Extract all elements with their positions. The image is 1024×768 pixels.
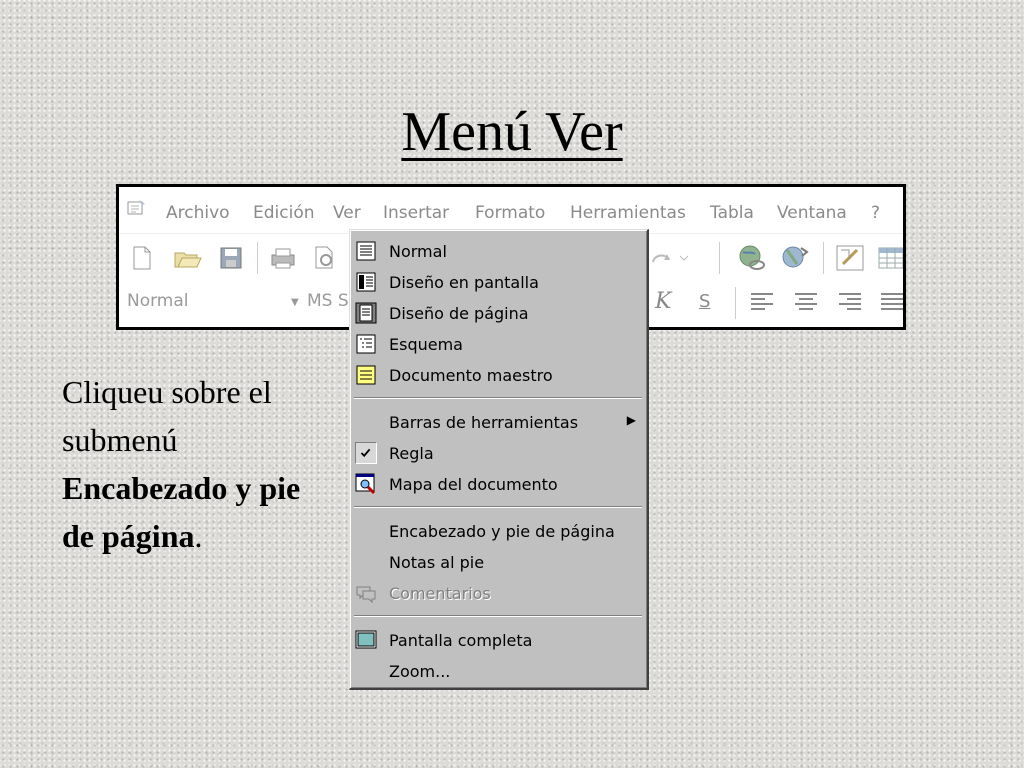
comments-icon (356, 586, 376, 604)
menu-item-label: Mapa del documento (389, 475, 558, 494)
view-menu-dropdown: Normal Diseño en pantalla Diseño de pági… (349, 229, 649, 690)
insert-table-icon[interactable] (877, 246, 903, 270)
menu-item-page-layout[interactable]: Diseño de página (350, 298, 646, 328)
master-document-icon (356, 365, 376, 385)
chevron-down-icon[interactable]: ▼ (291, 297, 299, 308)
menu-item-label: Regla (389, 444, 434, 463)
menu-archivo[interactable]: Archivo (166, 203, 230, 223)
toolbar-separator (735, 287, 736, 319)
menu-help[interactable]: ? (871, 203, 880, 223)
toolbar-separator (823, 242, 824, 274)
insert-hyperlink-icon[interactable] (737, 244, 769, 272)
menu-item-master-document[interactable]: Documento maestro (350, 360, 646, 390)
instruction-text: Cliqueu sobre el submenú Encabezado y pi… (62, 368, 322, 560)
menu-tabla[interactable]: Tabla (710, 203, 754, 223)
page-layout-icon (355, 302, 377, 324)
menu-bar: Archivo Edición Ver Insertar Formato Her… (119, 187, 903, 233)
toolbar-separator (257, 242, 258, 274)
full-screen-icon (355, 630, 377, 649)
submenu-arrow-icon: ▶ (626, 413, 636, 427)
drawing-icon[interactable] (835, 244, 865, 272)
print-icon[interactable] (269, 246, 297, 270)
menu-item-label: Comentarios (389, 584, 491, 603)
menu-item-label: Documento maestro (389, 366, 553, 385)
menu-ventana[interactable]: Ventana (777, 203, 847, 223)
menu-item-normal[interactable]: Normal (350, 236, 646, 266)
open-folder-icon[interactable] (173, 246, 203, 270)
menu-item-label: Normal (389, 242, 447, 261)
menu-item-label: Diseño en pantalla (389, 273, 539, 292)
document-app-icon (127, 200, 145, 215)
menu-formato[interactable]: Formato (475, 203, 545, 223)
instruction-end: . (194, 518, 203, 554)
save-icon[interactable] (219, 246, 243, 270)
web-toolbar-icon[interactable] (779, 244, 811, 272)
menu-item-ruler[interactable]: Regla (350, 438, 646, 468)
redo-icon[interactable] (649, 248, 689, 268)
font-value: MS S (307, 291, 349, 311)
menu-item-label: Zoom... (389, 662, 451, 681)
slide-title: Menú Ver (0, 100, 1024, 164)
menu-item-comments: Comentarios (350, 578, 646, 608)
menu-insertar[interactable]: Insertar (383, 203, 449, 223)
instruction-plain: Cliqueu sobre el submenú (62, 374, 272, 458)
menu-item-header-footer[interactable]: Encabezado y pie de página (350, 516, 646, 546)
italic-button[interactable]: K (655, 289, 671, 314)
menu-herramientas[interactable]: Herramientas (570, 203, 686, 223)
menu-item-outline[interactable]: Esquema (350, 329, 646, 359)
menu-item-footnotes[interactable]: Notas al pie (350, 547, 646, 577)
style-value: Normal (127, 291, 189, 311)
slide-title-text: Menú Ver (401, 101, 623, 163)
toolbar-separator (719, 242, 720, 274)
menu-item-online-layout[interactable]: Diseño en pantalla (350, 267, 646, 297)
menu-item-label: Diseño de página (389, 304, 529, 323)
menu-separator (354, 615, 642, 617)
menu-item-label: Barras de herramientas (389, 413, 579, 432)
menu-item-label: Encabezado y pie de página (389, 522, 615, 541)
menu-edicion[interactable]: Edición (253, 203, 315, 223)
menu-item-zoom[interactable]: Zoom... (350, 656, 646, 686)
outline-icon (356, 334, 376, 354)
menu-item-label: Esquema (389, 335, 463, 354)
new-document-icon[interactable] (131, 246, 153, 270)
menu-item-label: Notas al pie (389, 553, 485, 572)
menu-item-document-map[interactable]: Mapa del documento (350, 469, 646, 499)
checkmark-icon (355, 442, 377, 464)
shadow-text-button[interactable]: S (699, 291, 710, 312)
online-layout-icon (356, 272, 376, 292)
align-center-icon[interactable] (793, 291, 819, 315)
justify-icon[interactable] (879, 291, 903, 315)
menu-ver[interactable]: Ver (333, 203, 361, 223)
normal-view-icon (356, 241, 376, 261)
menu-item-toolbars[interactable]: Barras de herramientas ▶ (350, 407, 646, 437)
style-dropdown[interactable]: Normal ▼ (127, 291, 299, 315)
menu-separator (354, 506, 642, 508)
menu-item-full-screen[interactable]: Pantalla completa (350, 625, 646, 655)
document-map-icon (355, 473, 376, 495)
print-preview-icon[interactable] (313, 246, 337, 270)
menu-separator (354, 397, 642, 399)
menu-item-label: Pantalla completa (389, 631, 533, 650)
align-left-icon[interactable] (749, 291, 775, 315)
align-right-icon[interactable] (837, 291, 863, 315)
instruction-bold: Encabezado y pie de página (62, 470, 301, 554)
